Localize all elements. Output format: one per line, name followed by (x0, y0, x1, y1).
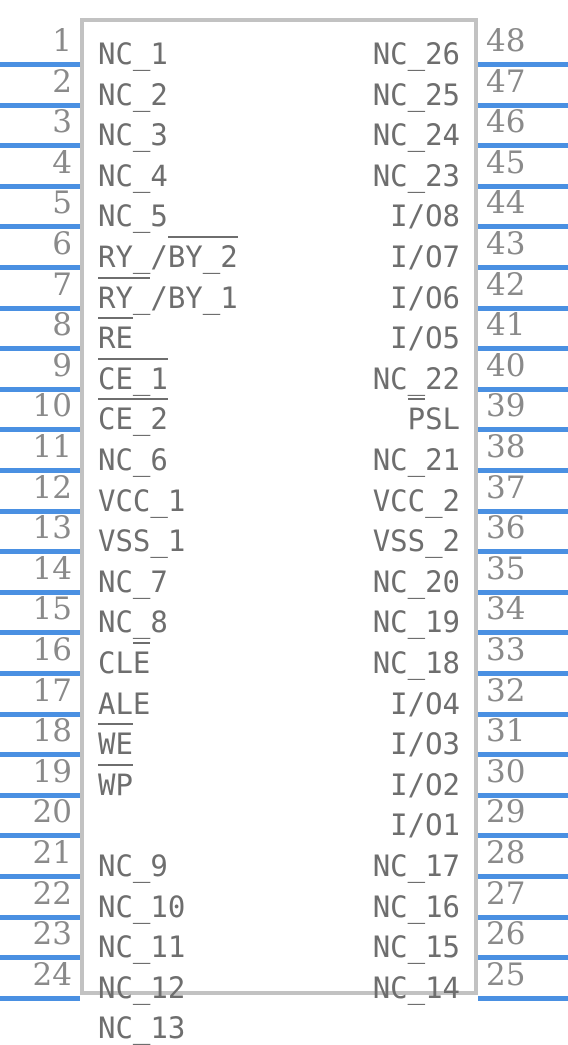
pin-number-1: 1 (52, 23, 72, 59)
pin-number-40: 40 (486, 348, 526, 384)
pin-label-NC_16: NC_16 (372, 890, 460, 924)
overbar (98, 723, 133, 725)
overbar (98, 764, 133, 766)
pin-number-11: 11 (32, 429, 72, 465)
pin-number-15: 15 (32, 591, 72, 627)
pin-number-27: 27 (486, 876, 526, 912)
pin-number-6: 6 (52, 226, 72, 262)
pin-number-17: 17 (32, 673, 72, 709)
pin-label-NC_20: NC_20 (372, 565, 460, 599)
pin-number-36: 36 (486, 510, 526, 546)
pin-label-I/O3: I/O3 (390, 727, 460, 761)
schematic-symbol: 1 NC_1 2 NC_2 3 NC_3 4 NC_4 5 NC_5 6 RY_/BY_2 7 RY_/B… (0, 0, 568, 1043)
pin-label-NC_15: NC_15 (372, 930, 460, 964)
pin-number-24: 24 (32, 957, 72, 993)
pin-wire-25[interactable] (478, 996, 568, 1001)
pin-number-2: 2 (52, 64, 72, 100)
pin-number-10: 10 (32, 388, 72, 424)
pin-label-PSL: PSL (407, 402, 460, 436)
pin-number-42: 42 (486, 267, 526, 303)
pin-label-NC_26: NC_26 (372, 37, 460, 71)
pin-number-14: 14 (32, 551, 72, 587)
pin-number-41: 41 (486, 307, 526, 343)
pin-number-9: 9 (52, 348, 72, 384)
pin-number-30: 30 (486, 754, 526, 790)
overbar (132, 642, 151, 644)
pin-number-25: 25 (486, 957, 526, 993)
pin-number-7: 7 (52, 267, 72, 303)
pin-label-NC_19: NC_19 (372, 605, 460, 639)
pin-label-VCC_2: VCC_2 (372, 484, 460, 518)
pin-label-NC_14: NC_14 (372, 971, 460, 1005)
pin-number-8: 8 (52, 307, 72, 343)
pin-number-44: 44 (486, 185, 526, 221)
pin-number-29: 29 (486, 794, 526, 830)
pin-number-47: 47 (486, 64, 526, 100)
pin-number-21: 21 (32, 835, 72, 871)
pin-number-34: 34 (486, 591, 526, 627)
pin-label-I/O1: I/O1 (390, 808, 460, 842)
pin-label-VSS_2: VSS_2 (372, 524, 460, 558)
pin-label-I/O6: I/O6 (390, 281, 460, 315)
pin-number-12: 12 (32, 470, 72, 506)
overbar (407, 398, 426, 400)
overbar (98, 317, 133, 319)
pin-label-NC_13: NC_13 (98, 1011, 186, 1045)
pin-number-20: 20 (32, 794, 72, 830)
pin-label-I/O7: I/O7 (390, 240, 460, 274)
pin-label-NC_22: NC_22 (372, 362, 460, 396)
pin-label-I/O5: I/O5 (390, 321, 460, 355)
overbar (98, 398, 168, 400)
pin-number-35: 35 (486, 551, 526, 587)
pin-label-NC_17: NC_17 (372, 849, 460, 883)
pin-label-NC_18: NC_18 (372, 646, 460, 680)
pin-number-19: 19 (32, 754, 72, 790)
pin-wire-24[interactable] (0, 996, 80, 1001)
pin-number-45: 45 (486, 145, 526, 181)
pin-number-28: 28 (486, 835, 526, 871)
pin-number-16: 16 (32, 632, 72, 668)
overbar (167, 236, 238, 238)
pin-number-38: 38 (486, 429, 526, 465)
pin-number-39: 39 (486, 388, 526, 424)
pin-number-23: 23 (32, 916, 72, 952)
pin-number-22: 22 (32, 876, 72, 912)
pin-number-31: 31 (486, 713, 526, 749)
pin-label-I/O8: I/O8 (390, 199, 460, 233)
pin-number-4: 4 (52, 145, 72, 181)
pin-number-33: 33 (486, 632, 526, 668)
pin-number-37: 37 (486, 470, 526, 506)
pin-label-I/O4: I/O4 (390, 687, 460, 721)
pin-number-32: 32 (486, 673, 526, 709)
overbar (98, 358, 168, 360)
pin-label-NC_24: NC_24 (372, 118, 460, 152)
pin-number-13: 13 (32, 510, 72, 546)
pin-number-43: 43 (486, 226, 526, 262)
pin-number-18: 18 (32, 713, 72, 749)
pin-label-NC_21: NC_21 (372, 443, 460, 477)
pin-label-NC_23: NC_23 (372, 159, 460, 193)
pin-number-5: 5 (52, 185, 72, 221)
pin-number-48: 48 (486, 23, 526, 59)
pin-label-I/O2: I/O2 (390, 768, 460, 802)
pin-number-26: 26 (486, 916, 526, 952)
overbar (98, 277, 151, 279)
pin-label-NC_25: NC_25 (372, 78, 460, 112)
pin-number-3: 3 (52, 104, 72, 140)
pin-number-46: 46 (486, 104, 526, 140)
